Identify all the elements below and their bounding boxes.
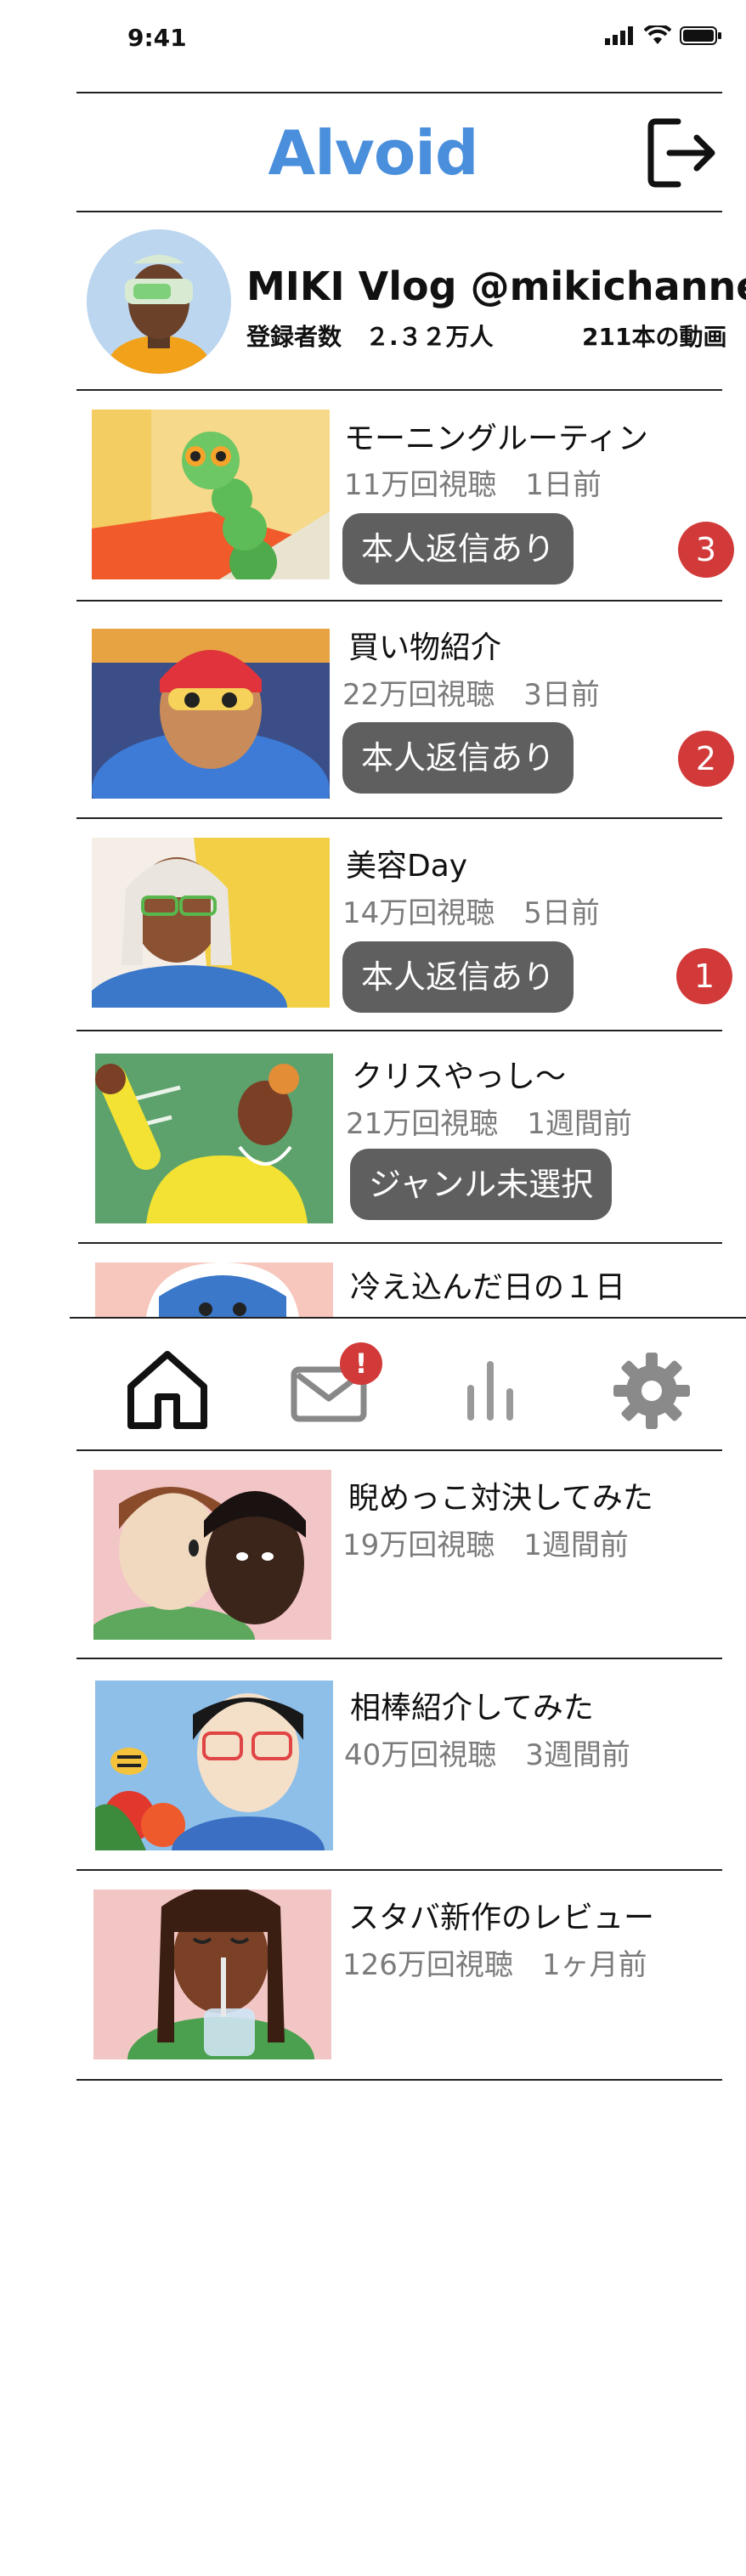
channel-stats: 登録者数 ２.３２万人 211本の動画 bbox=[246, 319, 726, 353]
comment-count-badge: 2 bbox=[678, 731, 734, 787]
home-icon bbox=[127, 1351, 207, 1429]
tab-messages[interactable]: ! bbox=[282, 1342, 382, 1438]
video-meta: 11万回視聴 1日前 bbox=[344, 468, 602, 502]
app-logo: Alvoid bbox=[268, 117, 478, 189]
analytics-icon bbox=[467, 1361, 513, 1421]
divider bbox=[76, 817, 722, 819]
wifi-icon bbox=[644, 25, 671, 44]
divider bbox=[76, 600, 722, 602]
notification-badge: ! bbox=[340, 1342, 382, 1385]
divider bbox=[76, 92, 722, 93]
video-title[interactable]: モーニングルーティン bbox=[344, 414, 648, 458]
divider bbox=[76, 389, 722, 391]
video-title[interactable]: クリスやっし〜 bbox=[352, 1052, 566, 1096]
video-meta: 126万回視聴 1ヶ月前 bbox=[342, 1948, 647, 1982]
video-count: 211本の動画 bbox=[582, 323, 727, 351]
video-title[interactable]: 相棒紹介してみた bbox=[350, 1683, 594, 1727]
reply-status-tag[interactable]: 本人返信あり bbox=[342, 941, 574, 1013]
video-meta: 14万回視聴 5日前 bbox=[342, 896, 600, 930]
video-thumbnail[interactable] bbox=[93, 1470, 331, 1640]
video-meta: 40万回視聴 3週間前 bbox=[344, 1738, 630, 1772]
divider bbox=[78, 1242, 722, 1244]
video-title[interactable]: 睨めっこ対決してみた bbox=[348, 1473, 653, 1517]
tab-bar: ! bbox=[70, 1317, 746, 1455]
video-thumbnail[interactable] bbox=[92, 410, 330, 579]
signal-icon bbox=[605, 26, 633, 45]
status-time: 9:41 bbox=[127, 24, 187, 52]
comment-count-badge: 1 bbox=[676, 948, 732, 1004]
video-meta: 21万回視聴 1週間前 bbox=[346, 1107, 632, 1141]
video-thumbnail[interactable] bbox=[95, 1681, 333, 1850]
divider bbox=[76, 1658, 722, 1659]
video-title[interactable]: 買い物紹介 bbox=[348, 623, 501, 667]
video-thumbnail[interactable] bbox=[92, 629, 330, 799]
divider bbox=[76, 2079, 722, 2081]
tab-analytics[interactable] bbox=[444, 1344, 537, 1438]
battery-icon bbox=[680, 26, 721, 45]
video-thumbnail[interactable] bbox=[93, 1890, 331, 2059]
video-meta: 22万回視聴 3日前 bbox=[342, 678, 600, 712]
logout-button[interactable] bbox=[644, 115, 721, 191]
video-thumbnail[interactable] bbox=[92, 838, 330, 1008]
gear-icon bbox=[613, 1353, 690, 1429]
divider bbox=[76, 211, 722, 212]
video-title[interactable]: 美容Day bbox=[346, 841, 467, 885]
video-thumbnail[interactable] bbox=[95, 1054, 333, 1223]
reply-status-tag[interactable]: 本人返信あり bbox=[342, 513, 574, 585]
reply-status-tag[interactable]: 本人返信あり bbox=[342, 722, 574, 794]
video-thumbnail[interactable] bbox=[95, 1263, 333, 1317]
divider bbox=[76, 1030, 722, 1031]
genre-status-tag[interactable]: ジャンル未選択 bbox=[350, 1149, 613, 1220]
video-meta: 19万回視聴 1週間前 bbox=[342, 1528, 629, 1562]
tab-settings[interactable] bbox=[605, 1344, 698, 1438]
comment-count-badge: 3 bbox=[678, 522, 734, 578]
avatar[interactable] bbox=[87, 229, 231, 374]
subscriber-count: 登録者数 ２.３２万人 bbox=[246, 323, 494, 351]
video-title[interactable]: スタバ新作のレビュー bbox=[348, 1893, 654, 1937]
logout-icon bbox=[647, 118, 715, 188]
divider bbox=[76, 1869, 722, 1871]
divider bbox=[76, 1449, 722, 1451]
status-icons bbox=[605, 25, 722, 46]
channel-name: MIKI Vlog @mikichannel bbox=[246, 263, 746, 309]
video-title[interactable]: 冷え込んだ日の１日 bbox=[350, 1263, 625, 1307]
tab-home[interactable] bbox=[121, 1344, 214, 1438]
